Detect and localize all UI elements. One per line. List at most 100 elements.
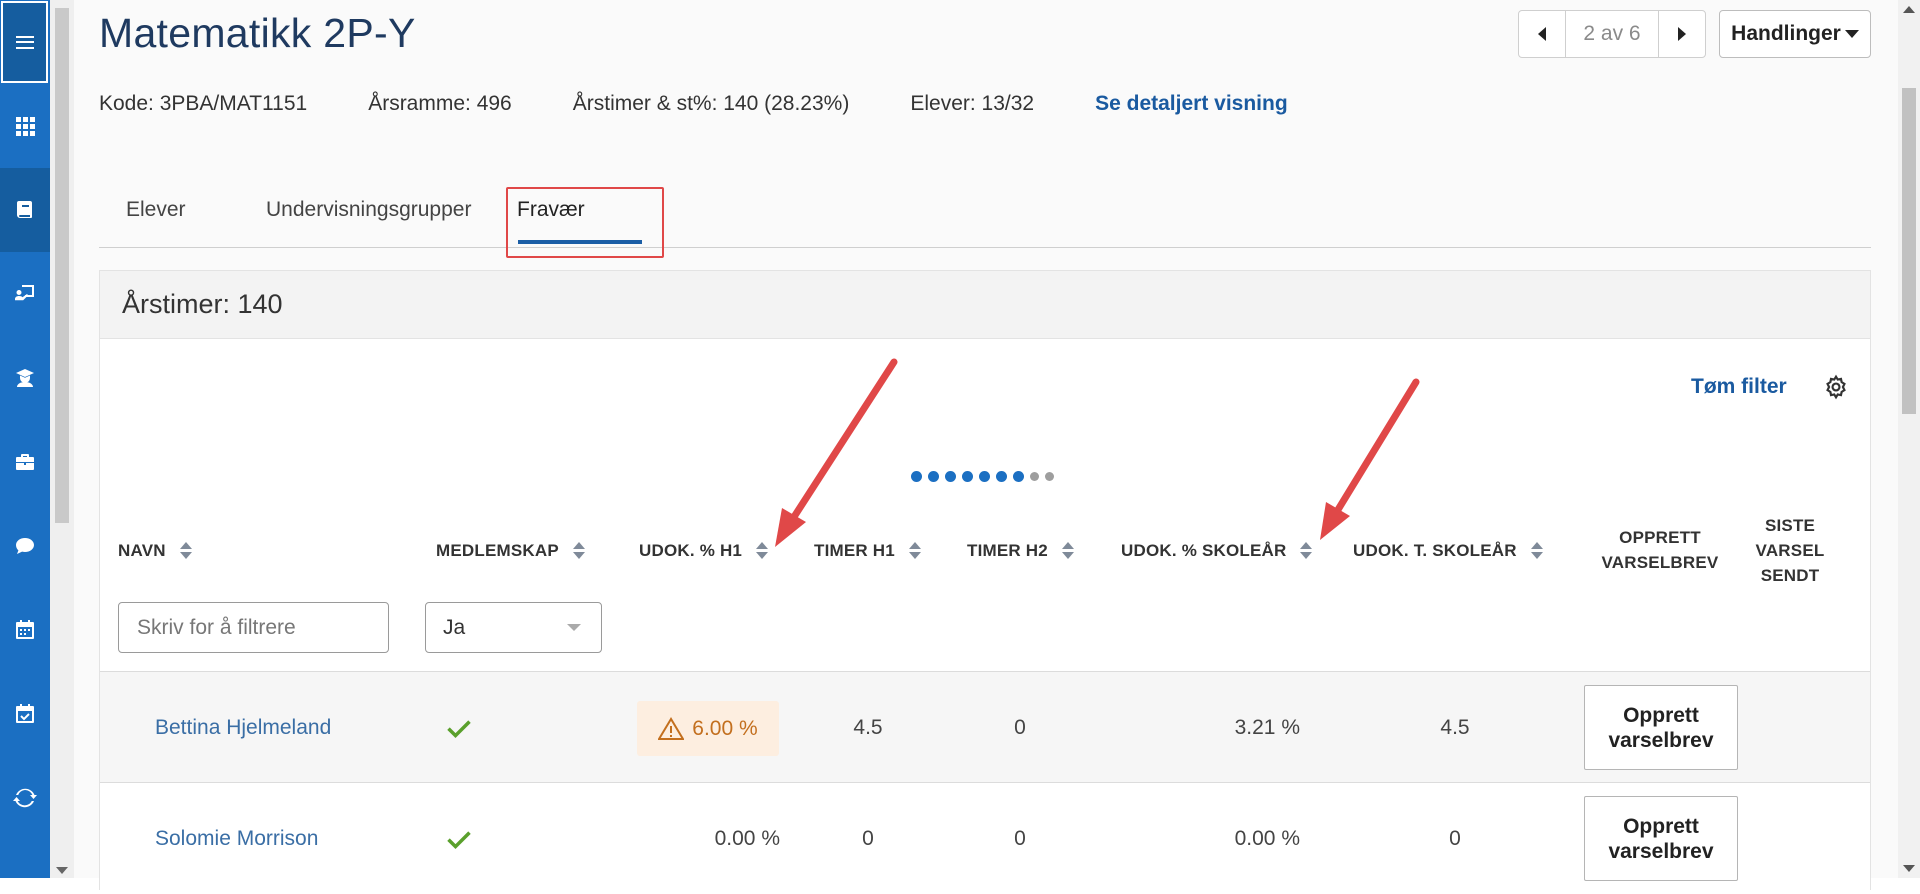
tab-bar: Elever Undervisningsgrupper Fravær — [99, 187, 1871, 258]
annotation-highlight-box — [506, 187, 664, 258]
scrollbar-thumb[interactable] — [1902, 88, 1916, 414]
membership-filter-value: Ja — [443, 615, 466, 639]
col-header-medlemskap[interactable]: MEDLEMSKAP — [436, 541, 585, 561]
sort-icon[interactable] — [1530, 542, 1543, 560]
caret-left-icon — [1538, 27, 1546, 41]
calendar-check-icon — [16, 704, 34, 723]
menu-button[interactable] — [1, 1, 48, 83]
table-row: Solomie Morrison 0.00 % 0 0 0.00 % 0 Opp… — [100, 782, 1870, 893]
col-header-udok-t-skolear[interactable]: UDOK. T. SKOLEÅR — [1353, 541, 1543, 561]
page-scrollbar-right[interactable] — [1898, 0, 1920, 878]
calendar-icon — [16, 620, 34, 639]
sync-icon — [13, 788, 37, 808]
book-icon — [17, 201, 32, 218]
student-name-link[interactable]: Bettina Hjelmeland — [155, 672, 331, 783]
udok-h1-warning-badge: 6.00 % — [637, 701, 779, 756]
pager-prev-button[interactable] — [1519, 11, 1565, 57]
nav-students[interactable] — [0, 336, 50, 420]
page-dot[interactable] — [1030, 472, 1039, 481]
col-header-label: NAVN — [118, 541, 166, 560]
col-header-label: UDOK. % SKOLEÅR — [1121, 541, 1287, 560]
actions-dropdown-button[interactable]: Handlinger — [1719, 10, 1871, 58]
student-icon — [16, 369, 34, 387]
col-header-opprett-varselbrev: OPPRETT VARSELBREV — [1601, 528, 1719, 572]
timer-h1-value: 4.5 — [853, 715, 883, 739]
meta-kode: Kode: 3PBA/MAT1151 — [99, 92, 308, 115]
clear-filter-link[interactable]: Tøm filter — [1691, 375, 1787, 399]
col-header-siste-varsel-sendt: SISTE VARSEL SENDT — [1755, 516, 1825, 585]
nav-subjects[interactable] — [0, 168, 50, 252]
col-header-udok-h1[interactable]: UDOK. % H1 — [639, 541, 769, 561]
app-sidebar — [0, 0, 50, 878]
nav-work[interactable] — [0, 420, 50, 504]
membership-filter-select[interactable]: Ja — [425, 602, 602, 653]
udok-year-value: 0.00 % — [1234, 826, 1300, 850]
chat-icon — [16, 538, 34, 554]
detail-view-link[interactable]: Se detaljert visning — [1095, 92, 1288, 116]
meta-arstimer: Årstimer & st%: 140 (28.23%) — [572, 92, 850, 115]
apps-grid-icon — [16, 117, 35, 136]
col-header-label: UDOK. % H1 — [639, 541, 743, 560]
sort-icon[interactable] — [908, 542, 921, 560]
nav-apps[interactable] — [0, 84, 50, 168]
sort-icon[interactable] — [1300, 542, 1313, 560]
udok-year-value: 3.21 % — [1234, 715, 1300, 739]
udok-h1-value: 0.00 % — [714, 826, 780, 850]
col-header-navn[interactable]: NAVN — [118, 541, 192, 561]
page-dot[interactable] — [979, 471, 990, 482]
meta-arsramme: Årsramme: 496 — [368, 92, 512, 115]
caret-right-icon — [1678, 27, 1686, 41]
membership-cell — [445, 783, 473, 894]
create-warning-letter-button[interactable]: Opprett varselbrev — [1584, 796, 1738, 881]
tab-undervisningsgrupper[interactable]: Undervisningsgrupper — [266, 198, 471, 222]
create-warning-letter-button[interactable]: Opprett varselbrev — [1584, 685, 1738, 770]
checkmark-icon — [447, 830, 471, 849]
page-dot[interactable] — [928, 471, 939, 482]
nav-messages[interactable] — [0, 504, 50, 588]
meta-elever: Elever: 13/32 — [910, 92, 1035, 115]
page-dot[interactable] — [945, 471, 956, 482]
nav-events[interactable] — [0, 672, 50, 756]
scroll-down-icon[interactable] — [1903, 865, 1915, 872]
column-page-dots[interactable] — [911, 471, 1054, 482]
scroll-down-icon[interactable] — [56, 867, 68, 874]
sort-icon[interactable] — [179, 542, 192, 560]
gear-icon[interactable] — [1823, 374, 1849, 400]
scroll-up-icon[interactable] — [1903, 6, 1915, 13]
nav-teaching[interactable] — [0, 252, 50, 336]
page-dot[interactable] — [962, 471, 973, 482]
absence-panel: Årstimer: 140 Tøm filter NAVN MEDLEMSKAP… — [99, 270, 1871, 893]
col-header-udok-skolear[interactable]: UDOK. % SKOLEÅR — [1121, 541, 1313, 561]
page-dot[interactable] — [996, 471, 1007, 482]
udok-h1-value: 6.00 % — [692, 716, 758, 740]
teacher-board-icon — [15, 285, 34, 301]
page-dot[interactable] — [1013, 471, 1024, 482]
checkmark-icon — [447, 719, 471, 738]
scrollbar-thumb[interactable] — [55, 8, 69, 523]
pager-next-button[interactable] — [1659, 11, 1705, 57]
col-header-label: MEDLEMSKAP — [436, 541, 559, 560]
actions-label: Handlinger — [1731, 22, 1841, 45]
col-header-timer-h2[interactable]: TIMER H2 — [967, 541, 1074, 561]
main-content: Matematikk 2P-Y 2 av 6 Handlinger Kode: … — [74, 0, 1898, 893]
udok-t-year-value: 4.5 — [1440, 715, 1470, 739]
tab-elever[interactable]: Elever — [126, 198, 186, 222]
timer-h2-value: 0 — [1014, 826, 1026, 850]
sort-icon[interactable] — [1061, 542, 1074, 560]
student-name-link[interactable]: Solomie Morrison — [155, 783, 318, 894]
col-header-label: TIMER H2 — [967, 541, 1048, 560]
sort-icon[interactable] — [756, 542, 769, 560]
sort-icon[interactable] — [572, 542, 585, 560]
subject-meta: Kode: 3PBA/MAT1151 Årsramme: 496 Årstime… — [99, 92, 1288, 116]
page-scrollbar-left[interactable] — [50, 0, 74, 878]
briefcase-icon — [16, 454, 34, 470]
page-dot[interactable] — [911, 471, 922, 482]
page-dot[interactable] — [1045, 472, 1054, 481]
nav-calendar[interactable] — [0, 588, 50, 672]
name-filter-input[interactable]: Skriv for å filtrere — [118, 602, 389, 653]
membership-cell — [445, 672, 473, 783]
table-body: Bettina Hjelmeland 6.00 % 4.5 0 3.21 % 4… — [100, 671, 1870, 893]
col-header-timer-h1[interactable]: TIMER H1 — [814, 541, 921, 561]
nav-sync[interactable] — [0, 756, 50, 840]
page-title: Matematikk 2P-Y — [99, 10, 416, 56]
